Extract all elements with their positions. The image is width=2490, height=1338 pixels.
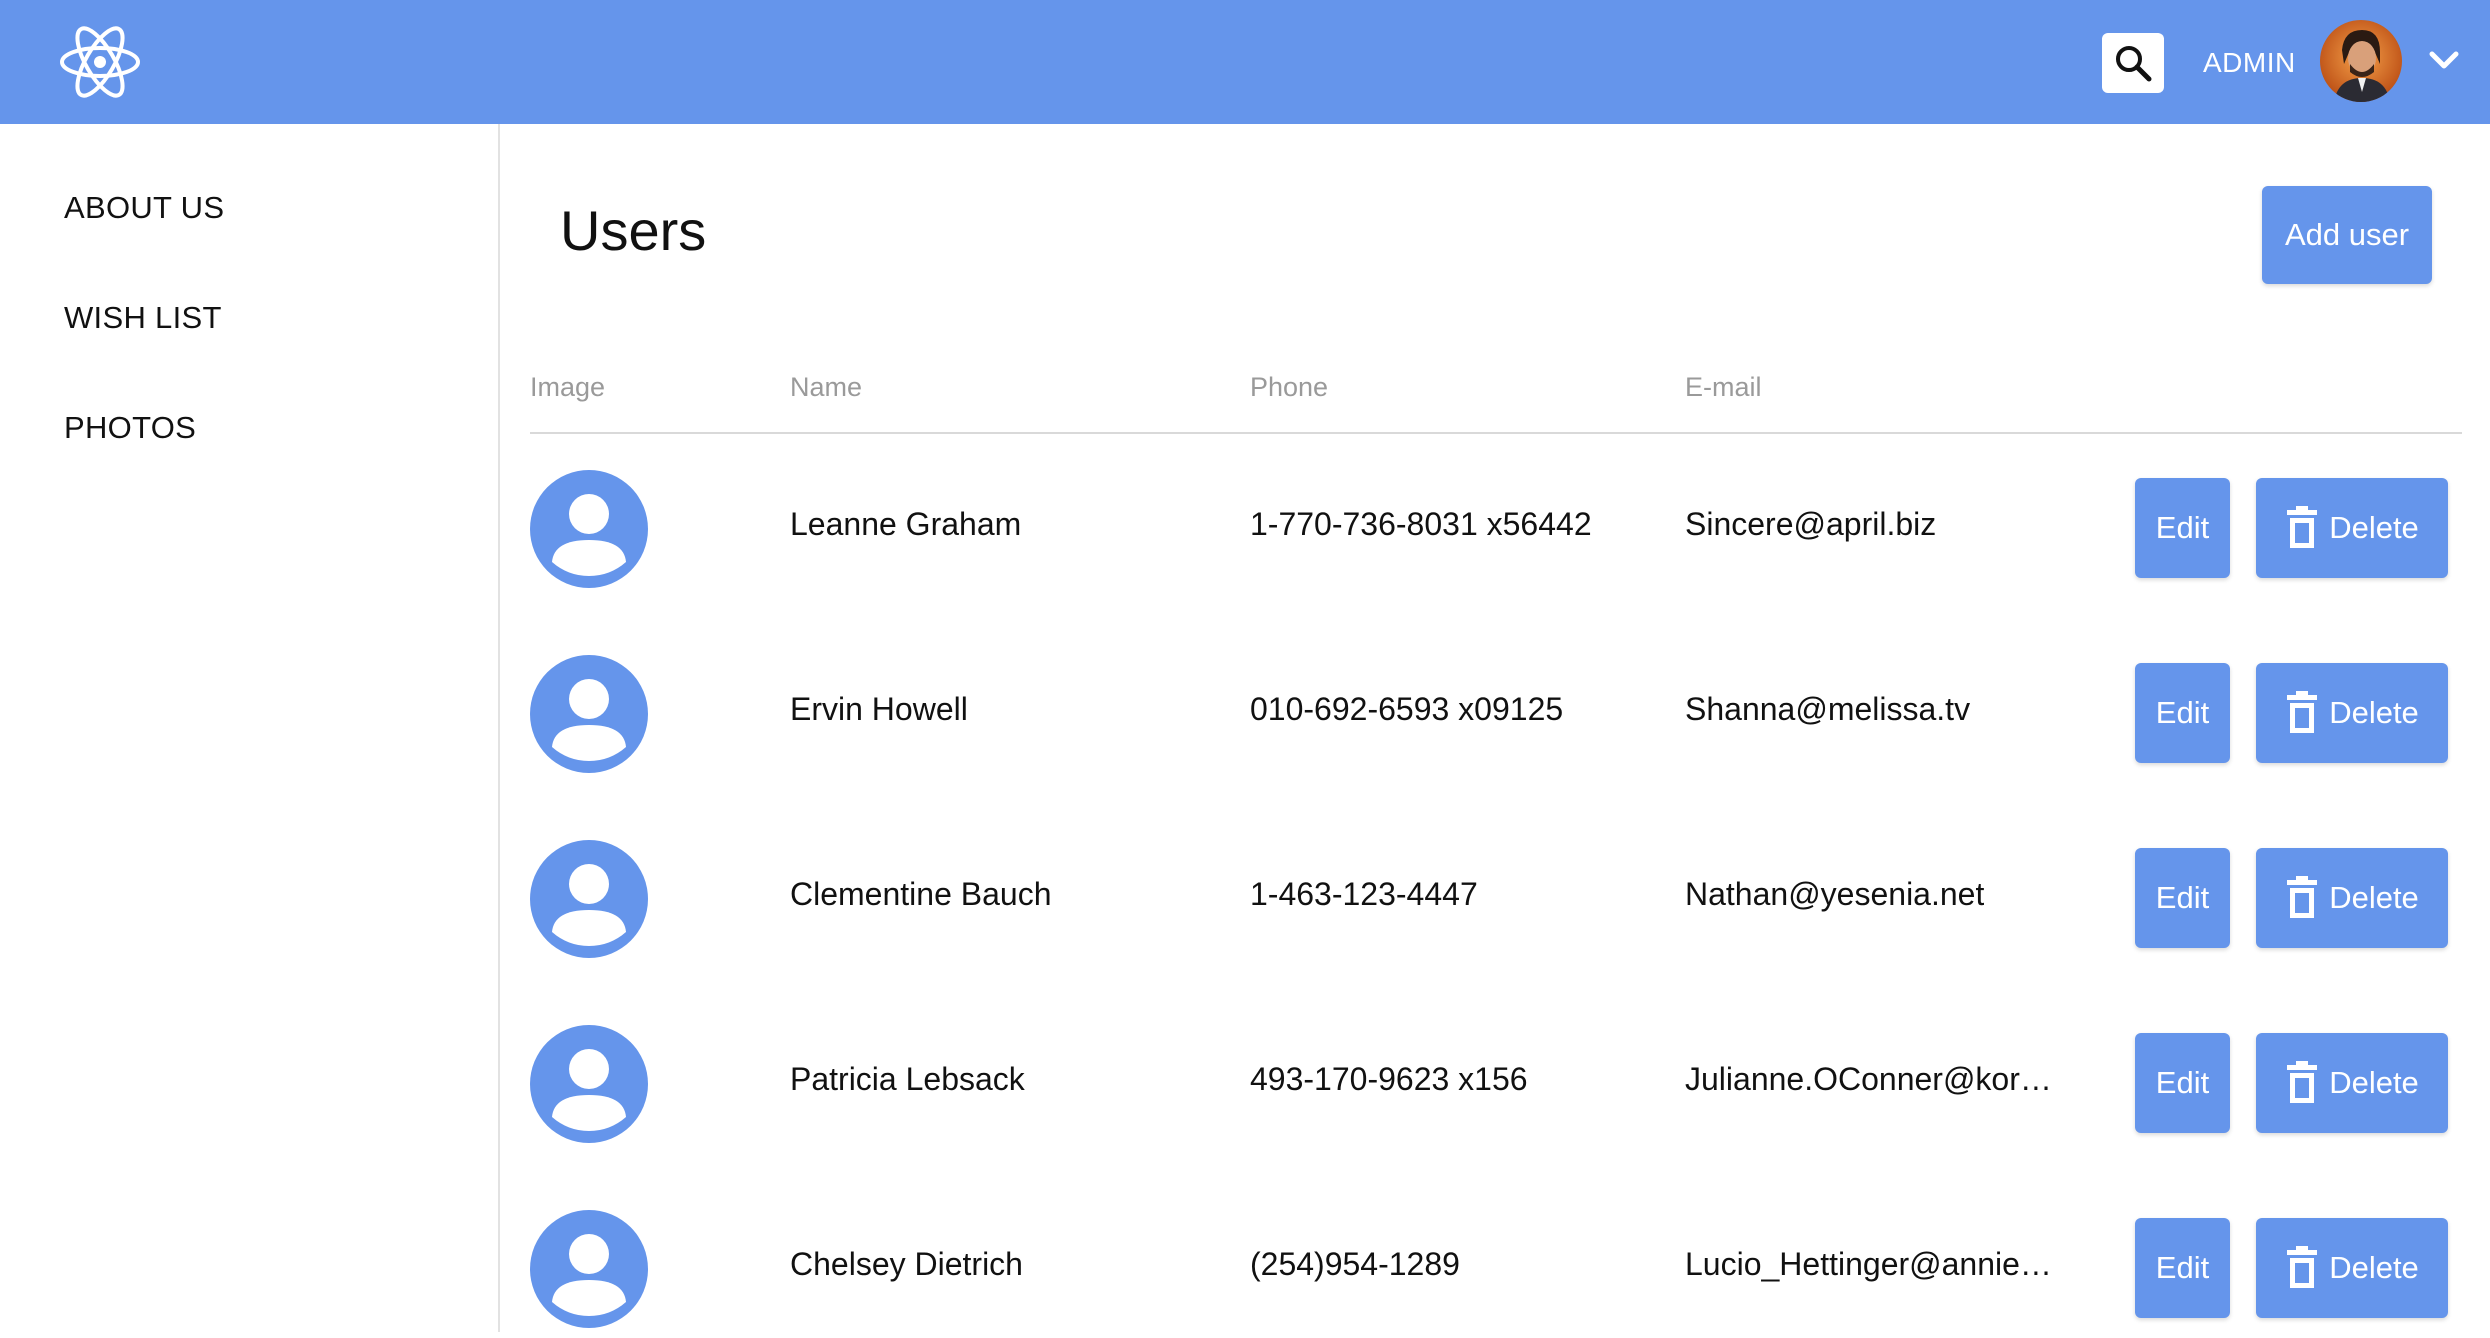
user-name-cell: Chelsey Dietrich xyxy=(790,1246,1023,1282)
sidebar-item-wish-list[interactable]: WISH LIST xyxy=(64,300,222,336)
table-header-divider xyxy=(530,432,2462,434)
user-name-label[interactable]: ADMIN xyxy=(2203,44,2296,82)
user-email-cell: Lucio_Hettinger@annie.ca xyxy=(1685,1246,2055,1282)
search-icon xyxy=(2116,46,2152,82)
trash-icon xyxy=(2287,1246,2318,1288)
user-email-cell: Sincere@april.biz xyxy=(1685,506,1937,542)
user-name-cell: Ervin Howell xyxy=(790,691,968,727)
user-email-cell: Julianne.OConner@kory.... xyxy=(1685,1061,2055,1097)
table-row: Leanne Graham 1-770-736-8031 x56442 Sinc… xyxy=(0,458,2490,598)
page-title: Users xyxy=(560,199,707,262)
delete-button[interactable]: Delete xyxy=(2256,1033,2448,1133)
user-phone-cell: 010-692-6593 x09125 xyxy=(1250,691,1564,727)
sidebar-item-about-us[interactable]: ABOUT US xyxy=(64,190,224,226)
add-user-button[interactable]: Add user xyxy=(2262,186,2432,284)
search-button[interactable] xyxy=(2102,33,2164,93)
user-phone-cell: (254)954-1289 xyxy=(1250,1246,1460,1282)
person-avatar-icon xyxy=(530,655,648,773)
trash-icon xyxy=(2287,1061,2318,1103)
top-app-bar: ADMIN xyxy=(0,0,2490,124)
delete-button[interactable]: Delete xyxy=(2256,848,2448,948)
delete-button[interactable]: Delete xyxy=(2256,663,2448,763)
column-header-image[interactable]: Image xyxy=(530,372,605,403)
user-name-cell: Patricia Lebsack xyxy=(790,1061,1025,1097)
table-row: Clementine Bauch 1-463-123-4447 Nathan@y… xyxy=(0,828,2490,968)
user-email-cell: Nathan@yesenia.net xyxy=(1685,876,1985,912)
react-atom-icon[interactable] xyxy=(58,20,142,104)
delete-button[interactable]: Delete xyxy=(2256,478,2448,578)
sidebar-item-photos[interactable]: PHOTOS xyxy=(64,410,196,446)
trash-icon xyxy=(2287,876,2318,918)
person-avatar-icon xyxy=(530,840,648,958)
trash-icon xyxy=(2287,506,2318,548)
delete-button-label: Delete xyxy=(2329,695,2419,730)
delete-button-label: Delete xyxy=(2329,1250,2419,1285)
edit-button[interactable]: Edit xyxy=(2135,848,2230,948)
trash-icon xyxy=(2287,691,2318,733)
delete-button-label: Delete xyxy=(2329,1065,2419,1100)
user-name-cell: Clementine Bauch xyxy=(790,876,1052,912)
chevron-down-icon[interactable] xyxy=(2424,40,2464,80)
column-header-email[interactable]: E-mail xyxy=(1685,372,1762,403)
edit-button[interactable]: Edit xyxy=(2135,1218,2230,1318)
delete-button-label: Delete xyxy=(2329,510,2419,545)
user-name-cell: Leanne Graham xyxy=(790,506,1022,542)
edit-button[interactable]: Edit xyxy=(2135,663,2230,763)
edit-button[interactable]: Edit xyxy=(2135,1033,2230,1133)
user-phone-cell: 493-170-9623 x156 xyxy=(1250,1061,1528,1097)
user-avatar[interactable] xyxy=(2320,20,2402,102)
user-phone-cell: 1-463-123-4447 xyxy=(1250,876,1478,912)
user-email-cell: Shanna@melissa.tv xyxy=(1685,691,1971,727)
table-row: Patricia Lebsack 493-170-9623 x156 Julia… xyxy=(0,1013,2490,1153)
delete-button[interactable]: Delete xyxy=(2256,1218,2448,1318)
person-avatar-icon xyxy=(530,470,648,588)
user-phone-cell: 1-770-736-8031 x56442 xyxy=(1250,506,1592,542)
person-avatar-icon xyxy=(530,1210,648,1328)
column-header-name[interactable]: Name xyxy=(790,372,862,403)
edit-button[interactable]: Edit xyxy=(2135,478,2230,578)
table-row: Chelsey Dietrich (254)954-1289 Lucio_Het… xyxy=(0,1198,2490,1338)
table-row: Ervin Howell 010-692-6593 x09125 Shanna@… xyxy=(0,643,2490,783)
column-header-phone[interactable]: Phone xyxy=(1250,372,1328,403)
person-avatar-icon xyxy=(530,1025,648,1143)
delete-button-label: Delete xyxy=(2329,880,2419,915)
